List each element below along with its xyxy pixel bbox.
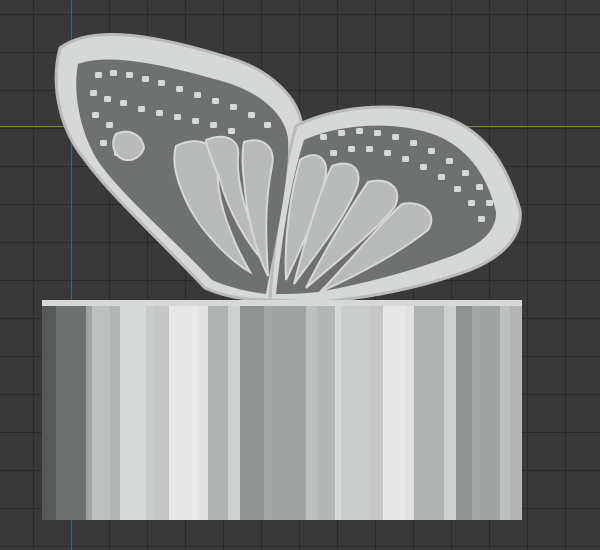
base-stripes [42,302,522,520]
base-stripe [199,302,208,520]
base-stripe [341,302,369,520]
base-stripe [86,302,92,520]
wing-dot [126,72,133,78]
base-stripe [335,302,341,520]
wing-dot [110,70,117,76]
wing-dot [476,184,483,190]
wing-dot [228,128,235,134]
wing-dot [486,200,493,206]
base-stripe [264,302,272,520]
base-stripe [405,302,414,520]
wing-dot [478,216,485,222]
base-stripe [169,302,199,520]
wing-dot [338,130,345,136]
base-stripe [306,302,317,520]
wing-dot [320,134,327,140]
base-stripe [146,302,153,520]
base-stripe [272,302,306,520]
base-stripe [240,302,264,520]
wing-dot [156,110,163,116]
base-stripe [383,302,405,520]
wing-dot [192,118,199,124]
wing-dot [212,98,219,104]
wing-dot [138,106,145,112]
cylinder-base[interactable] [42,300,522,520]
wing-dot [428,148,435,154]
wing-dot [194,92,201,98]
wing-dot [174,114,181,120]
base-stripe [472,302,480,520]
wing-dot [438,174,445,180]
base-stripe [208,302,228,520]
wing-dot [90,90,97,96]
wing-dot [348,146,355,152]
base-stripe [500,302,510,520]
wing-dot [176,86,183,92]
wing-dot [374,130,381,136]
wing-dot [248,112,255,118]
base-stripe [228,302,240,520]
base-stripe [456,302,472,520]
base-stripe [42,302,56,520]
base-stripe [317,302,335,520]
butterfly-wings[interactable] [54,32,522,304]
wing-dot [95,72,102,78]
wing-dot [366,146,373,152]
wing-dot [392,134,399,140]
wing-dot [384,150,391,156]
base-stripe [444,302,456,520]
wing-dot [106,122,113,128]
wing-dot [454,186,461,192]
base-stripe [56,302,64,520]
base-stripe [480,302,500,520]
wing-dot [264,122,271,128]
wing-dot [402,156,409,162]
3d-viewport[interactable] [0,0,600,550]
base-stripe [92,302,110,520]
wing-dot [230,104,237,110]
base-stripe [369,302,383,520]
wing-dot [446,158,453,164]
wing-dot [356,128,363,134]
wing-dot [142,76,149,82]
wing-dot [420,164,427,170]
wing-dot [330,150,337,156]
wing-dot [210,122,217,128]
base-top-edge [42,300,522,306]
wing-dot [462,170,469,176]
wing-dot [104,96,111,102]
wing-dot [100,140,107,146]
base-stripe [510,302,522,520]
wing-dot [158,80,165,86]
base-stripe [120,302,146,520]
wing-dot [92,112,99,118]
base-stripe [414,302,444,520]
butterfly-model[interactable] [0,0,600,550]
base-stripe [153,302,169,520]
wing-dot [410,140,417,146]
base-stripe [110,302,120,520]
wing-dot [120,100,127,106]
wing-dot [468,200,475,206]
base-stripe [64,302,86,520]
